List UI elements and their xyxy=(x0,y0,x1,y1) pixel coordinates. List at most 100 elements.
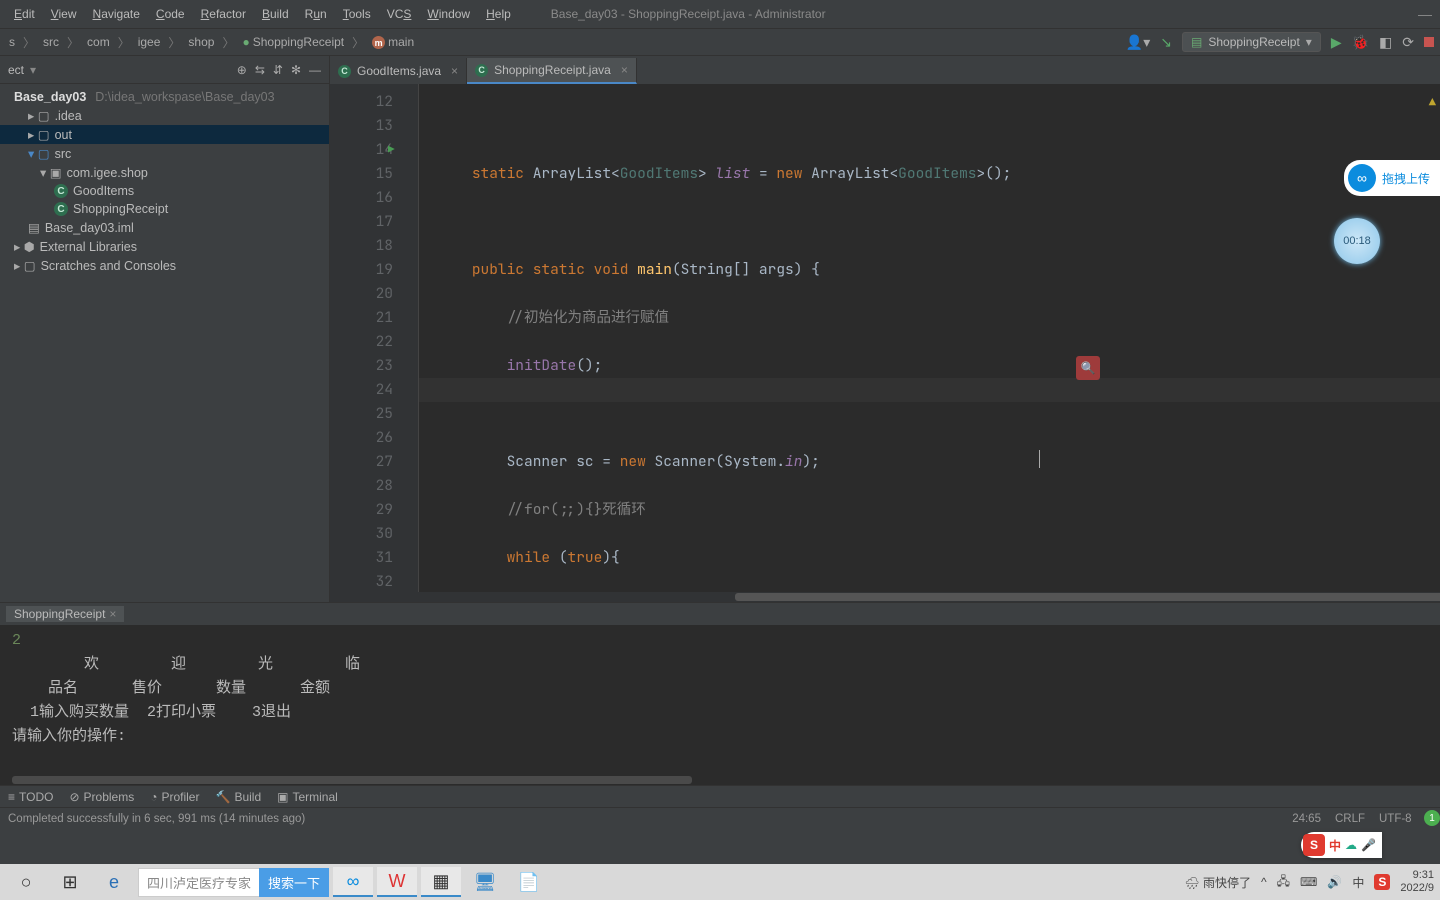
event-badge[interactable]: 1 xyxy=(1424,810,1440,826)
tree-src[interactable]: ▾ ▢src xyxy=(0,144,329,163)
menu-refactor[interactable]: Refactor xyxy=(195,5,252,23)
intellij-icon[interactable]: ▦ xyxy=(421,867,461,897)
ime2-icon[interactable]: 中 xyxy=(1352,874,1364,891)
crumb-shop[interactable]: shop xyxy=(185,34,217,50)
search-button[interactable]: 搜索一下 xyxy=(259,868,329,897)
tray-chevron-icon[interactable]: ^ xyxy=(1261,875,1267,889)
tree-pkg[interactable]: ▾ ▣com.igee.shop xyxy=(0,163,329,182)
close-icon[interactable]: × xyxy=(621,63,628,77)
crumb-method[interactable]: mmain xyxy=(369,34,417,51)
minimize-icon[interactable]: — xyxy=(1418,6,1432,22)
tab-build[interactable]: 🔨 Build xyxy=(215,790,261,804)
menu-help[interactable]: Help xyxy=(480,5,517,23)
sogou-ime-widget[interactable]: S 中 ☁ 🎤 xyxy=(1301,832,1382,858)
crumb-node[interactable]: s xyxy=(6,34,18,50)
network-icon[interactable]: 🖧 xyxy=(1277,872,1290,893)
profile-icon[interactable]: ⟳ xyxy=(1402,34,1414,51)
crumb-com[interactable]: com xyxy=(84,34,113,50)
debug-icon[interactable]: 🐞 xyxy=(1352,34,1369,51)
menu-run[interactable]: Run xyxy=(299,5,333,23)
tab-shoppingreceipt[interactable]: CShoppingReceipt.java× xyxy=(467,58,637,84)
start-button[interactable]: ○ xyxy=(6,867,46,897)
expand-icon[interactable]: ⇆ xyxy=(255,63,265,77)
console-output[interactable]: 2 欢 迎 光 临 品名 售价 数量 金额 1输入购买数量 2打印小票 3退出 … xyxy=(0,625,1440,775)
stop-icon[interactable] xyxy=(1424,37,1434,47)
monitor-icon[interactable]: 🖥 xyxy=(465,867,505,897)
clock[interactable]: 9:31 2022/9 xyxy=(1400,869,1434,895)
crumb-class[interactable]: ●ShoppingReceipt xyxy=(239,34,347,50)
tree-scratches[interactable]: ▸ ▢Scratches and Consoles xyxy=(0,256,329,275)
tree-out[interactable]: ▸ ▢out xyxy=(0,125,329,144)
sogou-tray-icon[interactable]: S xyxy=(1374,874,1390,890)
close-icon[interactable]: × xyxy=(109,607,116,621)
tree-external[interactable]: ▸ ⬢External Libraries xyxy=(0,237,329,256)
menu-window[interactable]: Window xyxy=(421,5,476,23)
menu-navigate[interactable]: Navigate xyxy=(87,5,146,23)
taskbar-search[interactable]: 四川泸定医疗专家 搜索一下 xyxy=(138,868,329,896)
tab-todo[interactable]: ≡ TODO xyxy=(8,790,53,804)
tree-idea[interactable]: ▸ ▢.idea xyxy=(0,106,329,125)
cloud-icon: ☁ xyxy=(1345,838,1357,852)
file-encoding[interactable]: UTF-8 xyxy=(1379,813,1412,825)
code-body[interactable]: ▲ static ArrayList<GoodItems> list = new… xyxy=(419,84,1440,592)
weather-widget[interactable]: 🌧 雨快停了 xyxy=(1184,874,1251,891)
status-bar: Completed successfully in 6 sec, 991 ms … xyxy=(0,807,1440,829)
tab-profiler[interactable]: ◔ Profiler xyxy=(150,790,199,804)
tree-shoppingreceipt[interactable]: CShoppingReceipt xyxy=(0,200,329,218)
hide-icon[interactable]: — xyxy=(309,63,321,77)
ime-icon[interactable]: ⌨ xyxy=(1300,875,1317,889)
tab-problems[interactable]: ⊘ Problems xyxy=(69,790,134,804)
warning-icon[interactable]: ▲ xyxy=(1429,90,1436,114)
menu-code[interactable]: Code xyxy=(150,5,191,23)
caret-position[interactable]: 24:65 xyxy=(1292,813,1321,825)
tree-root[interactable]: Base_day03D:\idea_workspase\Base_day03 xyxy=(0,88,329,106)
find-icon[interactable]: 🔍 xyxy=(1076,356,1100,380)
ie-icon[interactable]: e xyxy=(94,867,134,897)
target-icon[interactable]: ⊕ xyxy=(237,63,247,77)
coverage-icon[interactable]: ◧ xyxy=(1379,34,1392,51)
cloud-icon: ∞ xyxy=(1348,164,1376,192)
tree-iml[interactable]: ▤Base_day03.iml xyxy=(0,218,329,237)
user-icon[interactable]: 👤▾ xyxy=(1126,34,1150,51)
run-tool-window: ShoppingReceipt× 2 欢 迎 光 临 品名 售价 数量 金额 1… xyxy=(0,602,1440,785)
baidu-icon[interactable]: ∞ xyxy=(333,867,373,897)
navigation-bar: s〉 src〉 com〉 igee〉 shop〉 ●ShoppingReceip… xyxy=(0,28,1440,56)
menu-bar: Edit View Navigate Code Refactor Build R… xyxy=(0,0,1440,28)
run-config-selector[interactable]: ▤ ShoppingReceipt ▾ xyxy=(1182,32,1321,52)
search-input[interactable]: 四川泸定医疗专家 xyxy=(138,868,259,897)
chevron-down-icon: ▾ xyxy=(1306,35,1312,49)
volume-icon[interactable]: 🔊 xyxy=(1327,875,1342,889)
code-editor[interactable]: 12 13 14▶ 15 16 17 18 19 20 21 22 23 24 … xyxy=(330,84,1440,592)
notepad-icon[interactable]: 📄 xyxy=(509,867,549,897)
run-tab[interactable]: ShoppingReceipt× xyxy=(6,606,124,622)
crumb-src[interactable]: src xyxy=(40,34,62,50)
console-scrollbar[interactable] xyxy=(12,775,1428,785)
line-separator[interactable]: CRLF xyxy=(1335,813,1365,825)
run-icon[interactable]: ▶ xyxy=(1331,34,1342,51)
crumb-igee[interactable]: igee xyxy=(135,34,164,50)
bottom-tool-tabs: ≡ TODO ⊘ Problems ◔ Profiler 🔨 Build ▣ T… xyxy=(0,785,1440,807)
run-line-icon[interactable]: ▶ xyxy=(388,138,395,162)
menu-edit[interactable]: Edit xyxy=(8,5,41,23)
panel-title: ect xyxy=(8,63,24,77)
menu-build[interactable]: Build xyxy=(256,5,295,23)
wps-icon[interactable]: W xyxy=(377,867,417,897)
menu-view[interactable]: View xyxy=(45,5,83,23)
tab-terminal[interactable]: ▣ Terminal xyxy=(277,790,338,804)
chevron-down-icon[interactable]: ▾ xyxy=(30,63,36,77)
collapse-icon[interactable]: ⇵ xyxy=(273,63,283,77)
close-icon[interactable]: × xyxy=(451,64,458,78)
menu-tools[interactable]: Tools xyxy=(337,5,377,23)
menu-vcs[interactable]: VCS xyxy=(381,5,418,23)
tab-gooditems[interactable]: CGoodItems.java× xyxy=(330,58,467,84)
timer-widget[interactable]: 00:18 xyxy=(1334,218,1380,264)
status-message: Completed successfully in 6 sec, 991 ms … xyxy=(8,813,305,825)
taskview-button[interactable]: ⊞ xyxy=(50,867,90,897)
window-title: Base_day03 - ShoppingReceipt.java - Admi… xyxy=(551,7,826,21)
gear-icon[interactable]: ✻ xyxy=(291,63,301,77)
tree-gooditems[interactable]: CGoodItems xyxy=(0,182,329,200)
run-config-icon: ▤ xyxy=(1191,35,1202,49)
build-icon[interactable]: ↘ xyxy=(1160,34,1172,51)
upload-widget[interactable]: ∞ 拖拽上传 xyxy=(1344,160,1440,196)
horizontal-scrollbar[interactable] xyxy=(330,592,1440,602)
